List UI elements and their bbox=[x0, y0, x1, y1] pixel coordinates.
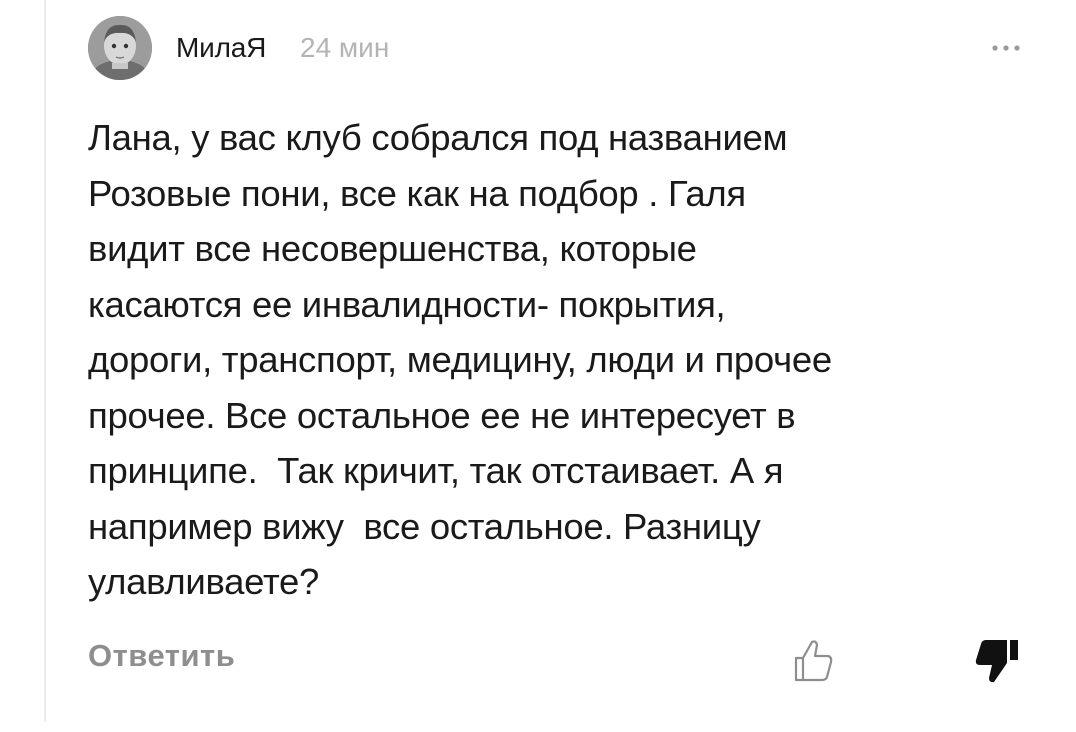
author-name[interactable]: МилаЯ bbox=[176, 32, 266, 64]
avatar-photo-icon bbox=[88, 16, 152, 80]
thread-line bbox=[44, 0, 46, 722]
thumb-down-filled-icon bbox=[975, 640, 1018, 683]
more-options-button[interactable] bbox=[984, 30, 1028, 66]
more-dots-icon bbox=[992, 45, 1020, 51]
comment-timestamp: 24 мин bbox=[300, 32, 390, 63]
comment-actions: Ответить bbox=[88, 632, 1028, 688]
reply-button[interactable]: Ответить bbox=[88, 638, 235, 674]
comment-text: Лана, у вас клуб собрался под названием … bbox=[88, 117, 832, 602]
dislike-button[interactable] bbox=[972, 636, 1022, 684]
comment-header: МилаЯ 24 мин bbox=[88, 16, 1028, 80]
comment-card: МилаЯ 24 мин Лана, у вас клуб собрался п… bbox=[88, 16, 1028, 683]
avatar[interactable] bbox=[88, 16, 152, 80]
thumb-up-outline-icon bbox=[794, 640, 833, 682]
like-button[interactable] bbox=[788, 636, 838, 684]
